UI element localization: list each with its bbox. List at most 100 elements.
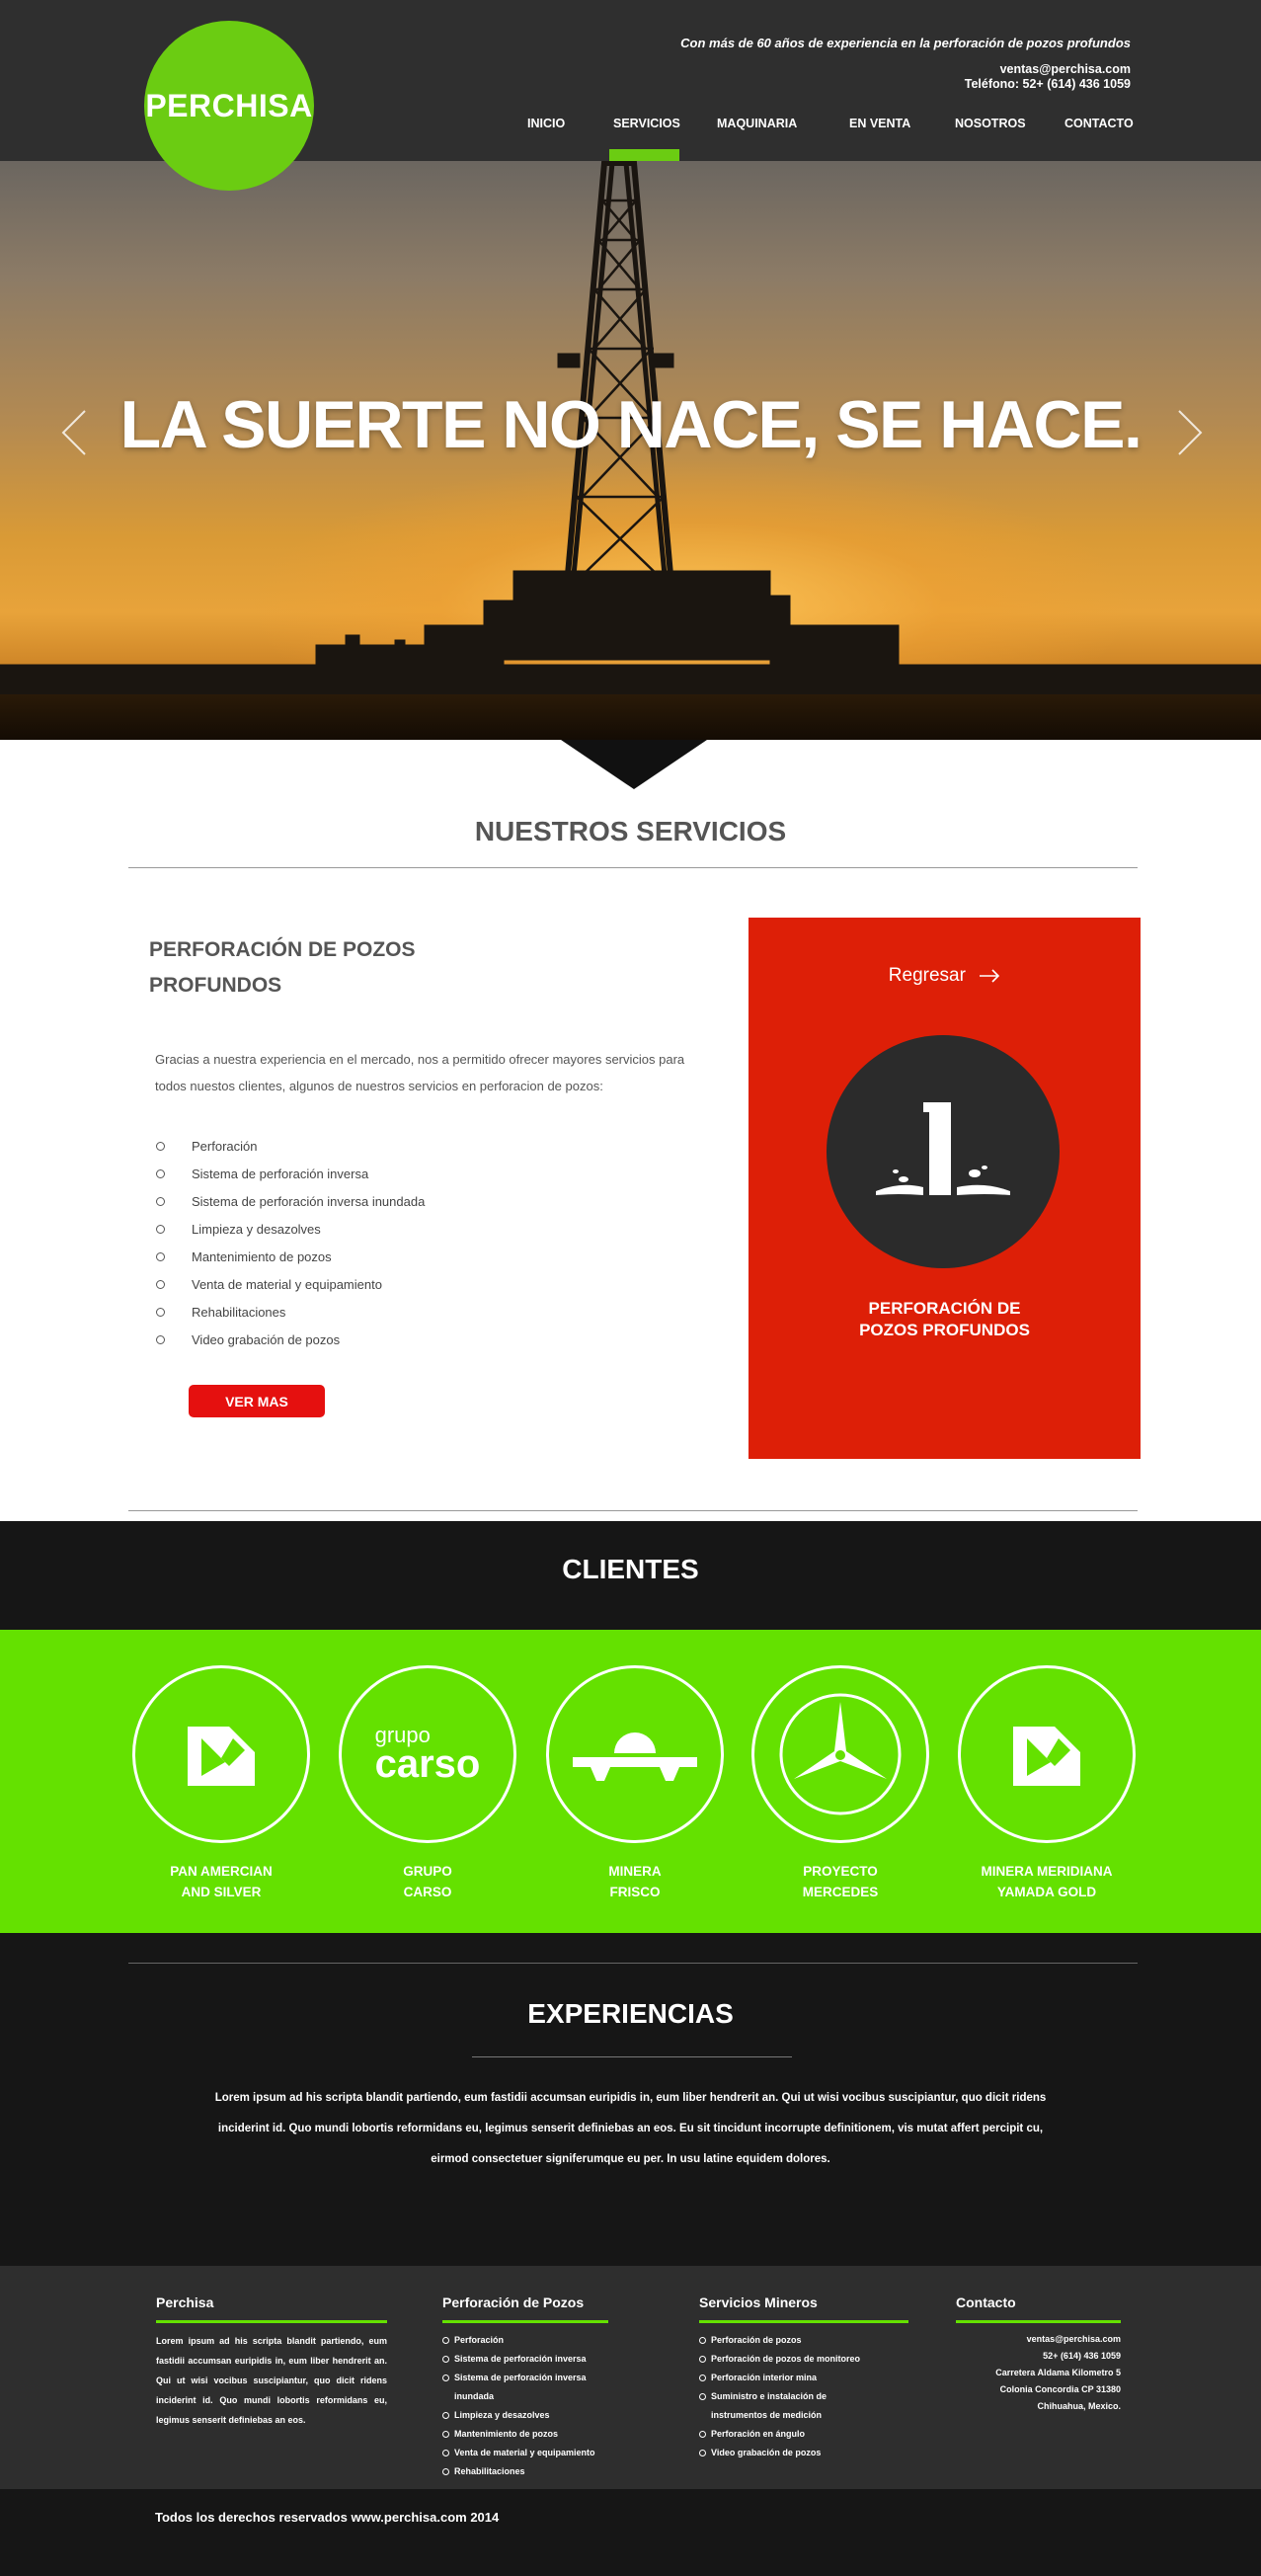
service-card: Regresar PERFORACIÓN DE POZOS PROFUNDOS [749,918,1141,1459]
footer-contact-colony: Colonia Concordia CP 31380 [999,2384,1121,2394]
grupo-carso-logo-big: carso [374,1742,481,1786]
client-name-line1: GRUPO [403,1864,452,1879]
footer-link[interactable]: Perforación [442,2331,608,2350]
footer-contact-phone: 52+ (614) 436 1059 [1043,2351,1121,2361]
client-item[interactable]: PROYECTO MERCEDES [751,1665,929,1902]
copyright-bar: Todos los derechos reservados www.perchi… [0,2489,1261,2576]
list-item: Sistema de perforación inversa [156,1167,425,1194]
ver-mas-button[interactable]: VER MAS [189,1385,325,1417]
well-drilling-icon [876,1102,1010,1195]
nav-item-contacto[interactable]: CONTACTO [1064,117,1134,130]
footer-link[interactable]: Perforación en ángulo [699,2425,910,2444]
footer-col-perforacion: Perforación de Pozos Perforación Sistema… [442,2294,608,2481]
footer-link-list: Perforación de pozos Perforación de pozo… [699,2331,910,2462]
footer-col-title: Perchisa [156,2294,214,2310]
nav-active-indicator [609,149,679,161]
mercedes-star-logo-icon [779,1693,902,1815]
service-card-caption: PERFORACIÓN DE POZOS PROFUNDOS [749,1298,1141,1341]
pan-american-logo-icon [188,1727,255,1786]
regresar-link[interactable]: Regresar [749,965,1141,987]
nav-item-inicio[interactable]: INICIO [527,117,565,130]
list-item: Venta de material y equipamiento [156,1277,425,1305]
meridiana-logo-icon [1013,1727,1080,1786]
client-name-line2: YAMADA GOLD [996,1885,1097,1899]
footer-link[interactable]: Suministro e instalación de instrumentos… [699,2387,837,2425]
header-tagline: Con más de 60 años de experiencia en la … [680,36,1131,50]
client-logo-circle [751,1665,929,1843]
header-contact: ventas@perchisa.com Teléfono: 52+ (614) … [965,62,1131,92]
client-name-line2: MERCEDES [802,1885,879,1899]
footer-col-underline [156,2320,387,2323]
slider-prev-arrow-icon[interactable] [59,408,89,457]
card-caption-line2: POZOS PROFUNDOS [859,1321,1030,1339]
footer-col-title: Contacto [956,2294,1016,2310]
nav-item-en-venta[interactable]: EN VENTA [849,117,910,130]
footer-col-title: Perforación de Pozos [442,2294,585,2310]
footer-link-list: Perforación Sistema de perforación inver… [442,2331,608,2481]
footer-link[interactable]: Video grabación de pozos [699,2444,910,2462]
list-item: Mantenimiento de pozos [156,1249,425,1277]
nav-item-maquinaria[interactable]: MAQUINARIA [717,117,797,130]
client-logo-circle [958,1665,1136,1843]
footer-link[interactable]: Venta de material y equipamiento [442,2444,608,2462]
services-divider-top [128,867,1138,868]
service-heading-line1: PERFORACIÓN DE POZOS [149,938,416,961]
footer-col-servicios-mineros: Servicios Mineros Perforación de pozos P… [699,2294,910,2462]
footer-link[interactable]: Sistema de perforación inversa inundada [442,2369,608,2406]
client-name-line2: AND SILVER [181,1885,262,1899]
copyright-text: Todos los derechos reservados www.perchi… [155,2510,500,2525]
client-name: GRUPO CARSO [339,1861,516,1902]
footer-link[interactable]: Perforación interior mina [699,2369,910,2387]
well-drilling-circle [827,1035,1060,1268]
hero-title: LA SUERTE NO NACE, SE HACE. [119,387,1143,462]
experiences-title-rule [472,2056,792,2057]
footer-contact-email[interactable]: ventas@perchisa.com [956,2331,1121,2348]
footer-link[interactable]: Limpieza y desazolves [442,2406,608,2425]
client-name: PAN AMERCIAN AND SILVER [132,1861,310,1902]
site-logo[interactable]: PERCHISA [144,21,314,191]
footer-link[interactable]: Mantenimiento de pozos [442,2425,608,2444]
client-name-line2: FRISCO [609,1885,661,1899]
footer-link[interactable]: Rehabilitaciones [442,2462,608,2481]
hero-pointer-triangle [561,740,707,789]
footer-link[interactable]: Perforación de pozos [699,2331,910,2350]
slider-next-arrow-icon[interactable] [1175,408,1205,457]
footer-link[interactable]: Sistema de perforación inversa [442,2350,608,2369]
grupo-carso-logo-icon: grupo carso [374,1725,481,1786]
page: Con más de 60 años de experiencia en la … [0,0,1261,2576]
header-phone: Teléfono: 52+ (614) 436 1059 [964,77,1131,91]
client-name: MINERA MERIDIANA YAMADA GOLD [958,1861,1136,1902]
client-name-line1: MINERA [608,1864,662,1879]
client-name-line1: PROYECTO [803,1864,878,1879]
hero-ground [0,694,1261,740]
list-item: Sistema de perforación inversa inundada [156,1194,425,1222]
client-item[interactable]: PAN AMERCIAN AND SILVER [132,1665,310,1902]
footer-link[interactable]: Perforación de pozos de monitoreo [699,2350,910,2369]
client-name: PROYECTO MERCEDES [751,1861,929,1902]
client-name-line1: PAN AMERCIAN [170,1864,273,1879]
logo-text: PERCHISA [145,87,313,123]
services-section-title: NUESTROS SERVICIOS [474,816,787,846]
arrow-right-icon [980,969,1000,983]
list-item: Rehabilitaciones [156,1305,425,1332]
client-item[interactable]: MINERA MERIDIANA YAMADA GOLD [958,1665,1136,1902]
clients-header-band: CLIENTES [0,1521,1261,1630]
footer-contact-info: ventas@perchisa.com 52+ (614) 436 1059 C… [956,2331,1121,2415]
header-email[interactable]: ventas@perchisa.com [965,62,1131,77]
footer-col-underline [442,2320,608,2323]
regresar-label: Regresar [888,965,966,986]
service-description: Gracias a nuestra experiencia en el merc… [155,1052,685,1093]
nav-item-servicios[interactable]: SERVICIOS [613,117,680,130]
card-caption-line1: PERFORACIÓN DE [868,1299,1021,1318]
site-footer: Perchisa Lorem ipsum ad his scripta blan… [0,2266,1261,2489]
nav-item-nosotros[interactable]: NOSOTROS [955,117,1026,130]
service-list: Perforación Sistema de perforación inver… [156,1139,425,1360]
client-name-line2: CARSO [403,1885,452,1899]
footer-col-underline [699,2320,908,2323]
minera-frisco-logo-icon [573,1732,697,1781]
clients-section-title: CLIENTES [562,1554,699,1584]
client-item[interactable]: MINERA FRISCO [546,1665,724,1902]
client-item[interactable]: grupo carso GRUPO CARSO [339,1665,516,1902]
experiences-band: EXPERIENCIAS Lorem ipsum ad his scripta … [0,1933,1261,2266]
footer-about-text: Lorem ipsum ad his scripta blandit parti… [156,2336,387,2425]
